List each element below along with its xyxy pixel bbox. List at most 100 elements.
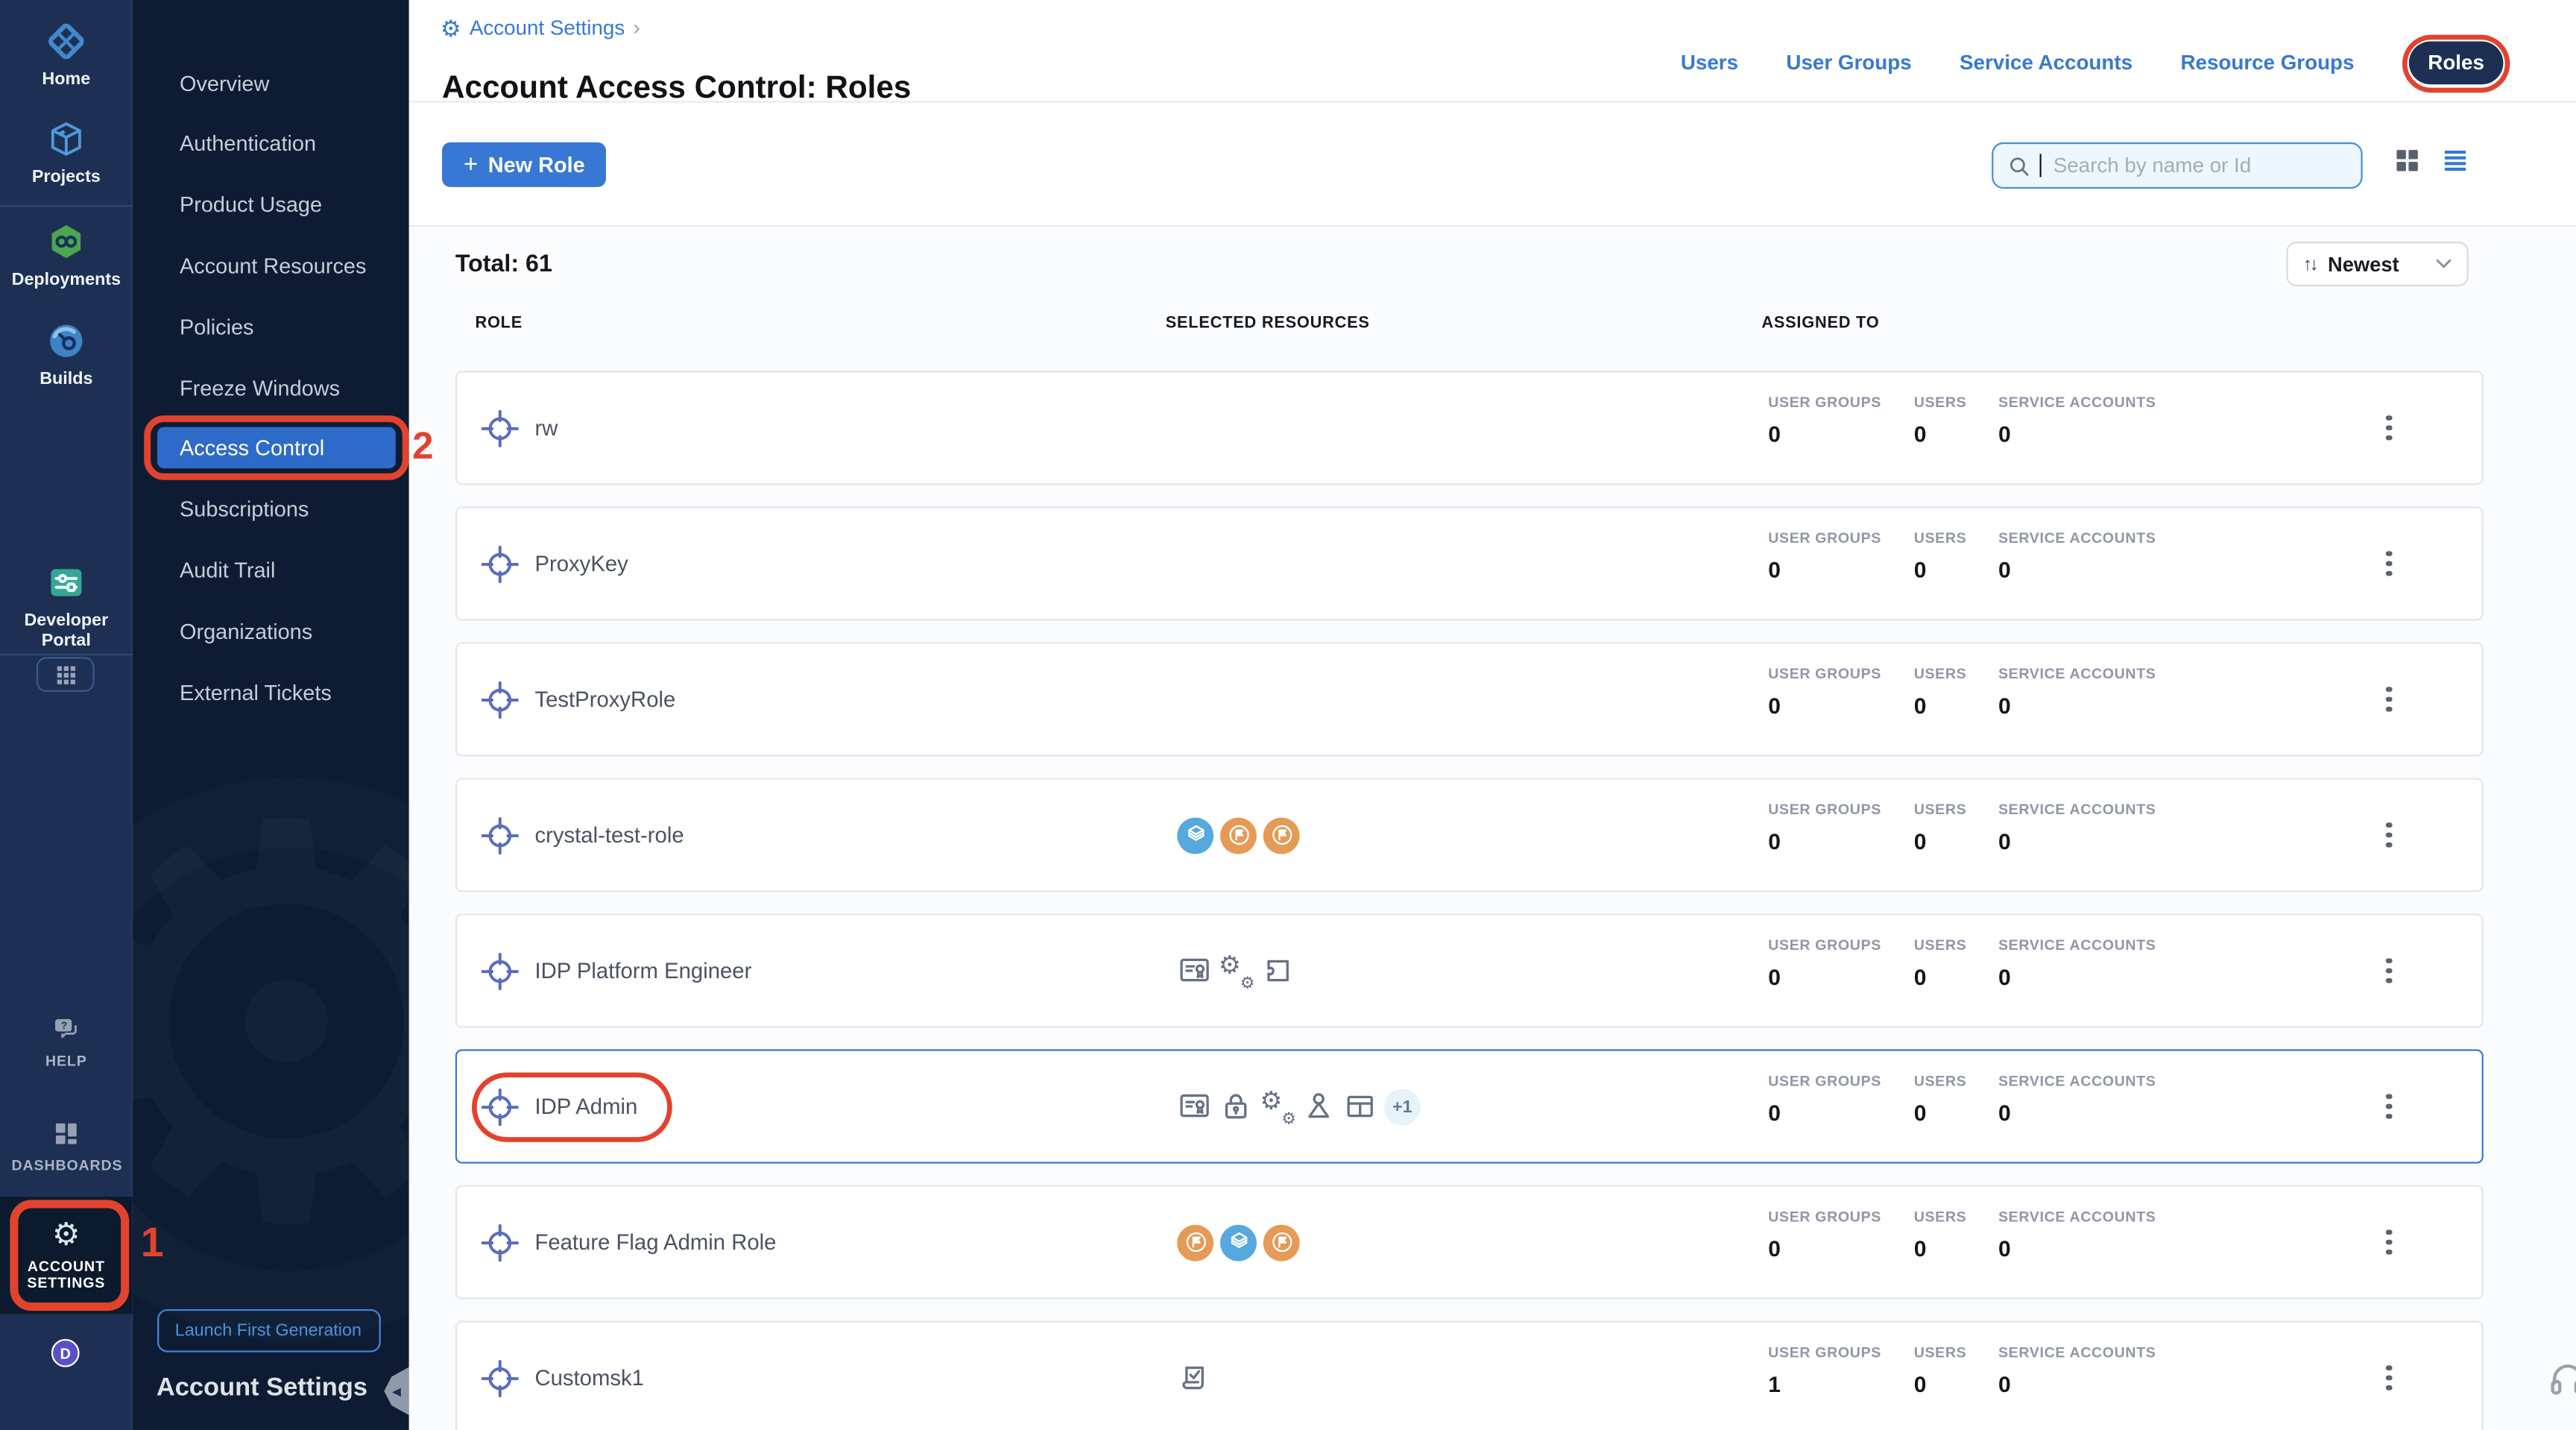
role-row-idp-platform-engineer[interactable]: IDP Platform Engineer⚙⚙ USER GROUPS 0 US… [455, 913, 2484, 1027]
assigned-value: 1 [1768, 1372, 1781, 1396]
role-row-idp-admin[interactable]: IDP Admin⚙⚙+1 USER GROUPS 0 USERS 0 SERV… [455, 1049, 2484, 1163]
tab-roles[interactable]: Roles [2410, 41, 2502, 84]
breadcrumb-link[interactable]: Account Settings [470, 16, 625, 39]
sidebar-item-subscriptions[interactable]: Subscriptions [133, 488, 409, 529]
role-row-proxykey[interactable]: ProxyKey USER GROUPS 0 USERS 0 SERVICE A… [455, 506, 2484, 620]
tab-resource-groups[interactable]: Resource Groups [2180, 51, 2354, 75]
tab-service-accounts[interactable]: Service Accounts [1960, 51, 2133, 75]
row-menu-kebab-icon[interactable] [2374, 679, 2404, 719]
rail-item-account-settings[interactable]: ⚙ ACCOUNT SETTINGS [0, 1220, 133, 1292]
rail-item-dashboards[interactable]: DASHBOARDS [0, 1117, 133, 1174]
headset-icon[interactable] [2546, 1357, 2576, 1400]
rail-item-builds[interactable]: Builds [0, 319, 133, 389]
assigned-value: 0 [1768, 829, 1781, 854]
sidebar-item-policies[interactable]: Policies [133, 306, 409, 347]
assigned-value: 0 [1998, 422, 2011, 447]
row-menu-kebab-icon[interactable] [2374, 544, 2404, 583]
plus-icon: + [464, 151, 478, 179]
sidebar-item-product-usage[interactable]: Product Usage [133, 184, 409, 225]
assigned-label: SERVICE ACCOUNTS [1998, 394, 2156, 410]
row-menu-kebab-icon[interactable] [2374, 408, 2404, 447]
role-target-icon [480, 1222, 520, 1262]
role-row-rw[interactable]: rw USER GROUPS 0 USERS 0 SERVICE ACCOUNT… [455, 371, 2484, 485]
deployments-icon [45, 220, 88, 263]
grid-view-toggle[interactable] [2394, 148, 2421, 174]
role-target-icon [480, 544, 520, 583]
rail-item-label: Developer Portal [7, 611, 126, 652]
dashboards-icon [48, 1117, 84, 1150]
role-target-icon [480, 679, 520, 719]
certificate-icon [1177, 1089, 1212, 1124]
row-menu-kebab-icon[interactable] [2374, 1358, 2404, 1397]
role-name: IDP Platform Engineer [534, 958, 751, 983]
avatar[interactable]: D [51, 1339, 80, 1367]
assigned-label: SERVICE ACCOUNTS [1998, 936, 2156, 953]
roles-list-section: Total: 61 ↑↓ Newest ROLE SELECTED RESOUR… [409, 227, 2576, 1430]
rail-item-label: Builds [7, 369, 126, 389]
assigned-value: 0 [1914, 1236, 1927, 1261]
flag-orange-icon [1263, 1224, 1300, 1261]
sidebar-item-freeze-windows[interactable]: Freeze Windows [133, 367, 409, 408]
rail-item-deployments[interactable]: Deployments [0, 220, 133, 290]
search-box[interactable] [1992, 142, 2363, 189]
role-target-icon [480, 815, 520, 854]
list-view-toggle[interactable] [2442, 148, 2469, 174]
sidebar-item-access-control[interactable]: Access Control [157, 427, 396, 468]
role-row-customsk1[interactable]: Customsk1 USER GROUPS 1 USERS 0 SERVICE … [455, 1320, 2484, 1430]
collapse-panel-button[interactable]: ◀ [384, 1367, 408, 1415]
selected-resources [1177, 1323, 1212, 1430]
sort-dropdown[interactable]: ↑↓ Newest [2286, 242, 2468, 286]
sidebar-item-audit-trail[interactable]: Audit Trail [133, 549, 409, 590]
rail-item-home[interactable]: Home [0, 20, 133, 90]
assigned-label: SERVICE ACCOUNTS [1998, 665, 2156, 681]
assigned-label: USERS [1914, 394, 1967, 410]
rail-item-label: Deployments [7, 270, 126, 290]
role-row-crystal-test-role[interactable]: crystal-test-role USER GROUPS 0 USERS 0 … [455, 778, 2484, 892]
assigned-value: 0 [1914, 693, 1927, 718]
row-menu-kebab-icon[interactable] [2374, 951, 2404, 990]
settings-sidebar: ⚙ OverviewAuthenticationProduct UsageAcc… [133, 0, 409, 1430]
search-input[interactable] [2050, 152, 2347, 179]
module-picker-button[interactable] [37, 657, 95, 692]
assigned-label: USERS [1914, 1344, 1967, 1361]
assigned-value: 0 [1998, 1100, 2011, 1125]
assigned-label: SERVICE ACCOUNTS [1998, 1209, 2156, 1225]
role-name: Customsk1 [534, 1365, 644, 1390]
assigned-label: SERVICE ACCOUNTS [1998, 801, 2156, 817]
sidebar-item-overview[interactable]: Overview [133, 62, 409, 103]
gear-watermark [133, 778, 409, 1341]
sidebar-item-external-tickets[interactable]: External Tickets [133, 671, 409, 712]
cube-blue-icon [1220, 1224, 1257, 1261]
page-header: ⚙ Account Settings › Account Access Cont… [409, 0, 2576, 103]
tab-user-groups[interactable]: User Groups [1786, 51, 1911, 75]
assigned-value: 0 [1998, 693, 2011, 718]
rail-item-help[interactable]: ? HELP [0, 1013, 133, 1070]
row-menu-kebab-icon[interactable] [2374, 815, 2404, 854]
rail-item-developer-portal[interactable]: Developer Portal [0, 561, 133, 652]
sidebar-item-authentication[interactable]: Authentication [133, 123, 409, 164]
total-count: Total: 61 [455, 251, 552, 278]
rail-divider [0, 205, 133, 207]
tab-users[interactable]: Users [1681, 51, 1738, 75]
selected-resources: ⚙⚙+1 [1177, 1051, 1421, 1162]
role-row-feature-flag-admin-role[interactable]: Feature Flag Admin Role USER GROUPS 0 US… [455, 1185, 2484, 1299]
launch-first-generation-button[interactable]: Launch First Generation [157, 1308, 380, 1352]
assigned-label: SERVICE ACCOUNTS [1998, 1344, 2156, 1361]
assigned-label: USER GROUPS [1768, 1344, 1881, 1361]
row-menu-kebab-icon[interactable] [2374, 1086, 2404, 1126]
role-name: crystal-test-role [534, 822, 684, 847]
role-target-icon [480, 1086, 520, 1126]
sidebar-item-account-resources[interactable]: Account Resources [133, 245, 409, 286]
overflow-badge: +1 [1384, 1089, 1421, 1125]
plugin-icon [1260, 954, 1295, 989]
rail-item-label: DASHBOARDS [12, 1157, 121, 1174]
rail-item-projects[interactable]: Projects [0, 118, 133, 188]
sidebar-item-organizations[interactable]: Organizations [133, 610, 409, 651]
user-icon [1301, 1089, 1336, 1124]
row-menu-kebab-icon[interactable] [2374, 1222, 2404, 1262]
role-row-testproxyrole[interactable]: TestProxyRole USER GROUPS 0 USERS 0 SERV… [455, 642, 2484, 756]
role-name-group: Feature Flag Admin Role [480, 1187, 776, 1298]
text-caret [2040, 154, 2042, 177]
new-role-button[interactable]: + New Role [442, 142, 607, 187]
assigned-label: USER GROUPS [1768, 665, 1881, 681]
